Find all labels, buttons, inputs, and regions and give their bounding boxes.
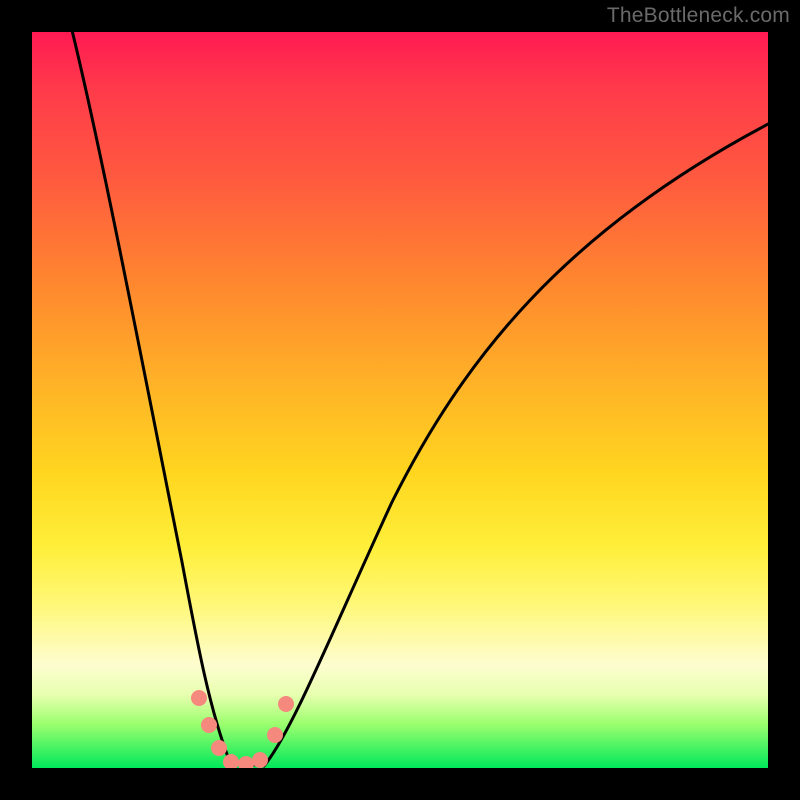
marker-dot [238,756,254,768]
chart-frame: TheBottleneck.com [0,0,800,800]
marker-dot [201,717,217,733]
marker-dot [278,696,294,712]
watermark-text: TheBottleneck.com [607,4,790,28]
curve-layer [32,32,768,768]
marker-dot [267,727,283,743]
valley-markers [191,690,294,768]
marker-dot [223,754,239,768]
plot-area [32,32,768,768]
marker-dot [191,690,207,706]
bottleneck-curve [70,32,768,766]
marker-dot [211,740,227,756]
marker-dot [252,752,268,768]
